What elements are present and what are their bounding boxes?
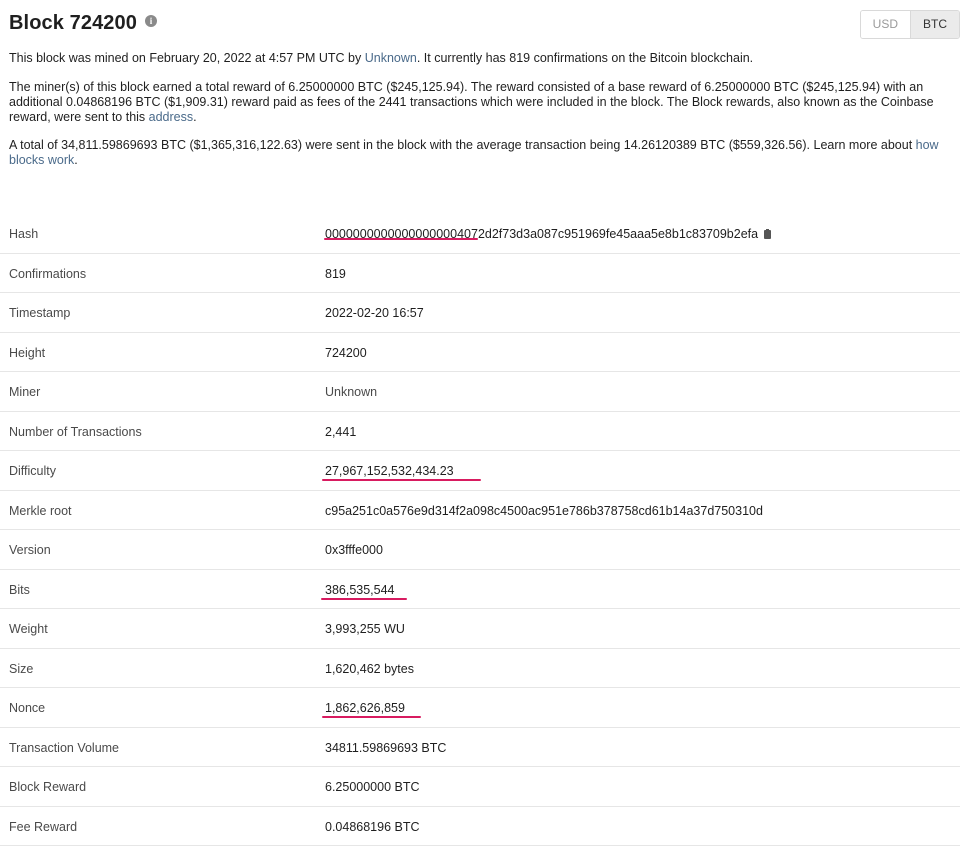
- currency-btc-button[interactable]: BTC: [910, 11, 959, 38]
- summary-volume-text: A total of 34,811.59869693 BTC ($1,365,3…: [9, 138, 954, 168]
- summary-text: A total of 34,811.59869693 BTC ($1,365,3…: [9, 138, 916, 152]
- detail-value: 386,535,544: [325, 582, 395, 597]
- copy-clipboard-icon[interactable]: [764, 229, 772, 239]
- summary-text: . It currently has 819 confirmations on …: [416, 51, 754, 65]
- address-link[interactable]: address: [149, 110, 193, 124]
- detail-value: c95a251c0a576e9d314f2a098c4500ac951e786b…: [325, 503, 763, 518]
- detail-value: 27,967,152,532,434.23: [325, 464, 454, 478]
- bits-highlight-underline: [321, 598, 407, 600]
- detail-label: Transaction Volume: [9, 740, 120, 755]
- difficulty-highlight-underline: [322, 479, 481, 481]
- hash-highlight-underline: [324, 238, 478, 240]
- detail-value: 6.25000000 BTC: [325, 780, 420, 794]
- detail-value: 3,993,255 WU: [325, 622, 405, 636]
- summary-reward-text: The miner(s) of this block earned a tota…: [9, 80, 954, 125]
- detail-row-hash: Hash 00000000000000000004072d2f73d3a087c…: [0, 214, 960, 254]
- currency-usd-button[interactable]: USD: [860, 11, 910, 38]
- miner-link[interactable]: Unknown: [365, 51, 417, 65]
- detail-value: 34811.59869693 BTC: [325, 740, 447, 755]
- detail-row-confirmations: Confirmations 819: [0, 254, 960, 293]
- detail-label: Nonce: [9, 701, 46, 715]
- block-details-table: Hash 00000000000000000004072d2f73d3a087c…: [0, 214, 960, 846]
- detail-label: Block Reward: [9, 780, 87, 794]
- detail-value: 1,862,626,859: [325, 701, 405, 715]
- info-icon[interactable]: i: [144, 14, 157, 27]
- detail-label: Difficulty: [9, 464, 57, 478]
- detail-label: Miner: [9, 385, 41, 399]
- detail-value: 0.04868196 BTC: [325, 819, 420, 834]
- detail-label: Number of Transactions: [9, 424, 142, 439]
- detail-row-block-reward: Block Reward 6.25000000 BTC: [0, 767, 960, 807]
- detail-value: 819: [325, 266, 346, 281]
- detail-label: Size: [9, 661, 34, 676]
- page-title: Block 724200: [9, 12, 137, 34]
- detail-row-fee-reward: Fee Reward 0.04868196 BTC: [0, 807, 960, 846]
- nonce-highlight-underline: [322, 716, 421, 718]
- detail-row-transaction-volume: Transaction Volume 34811.59869693 BTC: [0, 728, 960, 767]
- summary-text: .: [193, 110, 197, 124]
- detail-row-bits: Bits 386,535,544: [0, 570, 960, 609]
- detail-label: Weight: [9, 622, 48, 636]
- detail-value: 2022-02-20 16:57: [325, 306, 424, 320]
- detail-label: Merkle root: [9, 503, 72, 518]
- detail-row-size: Size 1,620,462 bytes: [0, 649, 960, 688]
- detail-row-nonce: Nonce 1,862,626,859: [0, 688, 960, 728]
- summary-text: .: [74, 153, 78, 167]
- detail-row-merkle-root: Merkle root c95a251c0a576e9d314f2a098c45…: [0, 491, 960, 530]
- miner-value-link[interactable]: Unknown: [325, 385, 377, 399]
- detail-label: Version: [9, 543, 51, 557]
- detail-value: 2,441: [325, 424, 357, 439]
- detail-value: 0x3fffe000: [325, 543, 383, 557]
- detail-row-difficulty: Difficulty 27,967,152,532,434.23: [0, 451, 960, 491]
- detail-value: 724200: [325, 345, 367, 360]
- summary-mined-text: This block was mined on February 20, 202…: [9, 51, 954, 66]
- summary-text: This block was mined on February 20, 202…: [9, 51, 365, 65]
- detail-row-transactions: Number of Transactions 2,441: [0, 412, 960, 451]
- detail-label: Bits: [9, 582, 30, 597]
- detail-row-version: Version 0x3fffe000: [0, 530, 960, 570]
- page-header: Block 724200 i: [9, 12, 157, 35]
- detail-row-timestamp: Timestamp 2022-02-20 16:57: [0, 293, 960, 333]
- detail-label: Hash: [9, 227, 39, 241]
- detail-label: Timestamp: [9, 306, 71, 320]
- detail-label: Confirmations: [9, 266, 87, 281]
- detail-label: Height: [9, 345, 46, 360]
- detail-label: Fee Reward: [9, 819, 78, 834]
- currency-toggle: USD BTC: [859, 10, 960, 39]
- detail-row-height: Height 724200: [0, 333, 960, 372]
- detail-row-miner: Miner Unknown: [0, 372, 960, 412]
- detail-value: 1,620,462 bytes: [325, 661, 414, 676]
- detail-row-weight: Weight 3,993,255 WU: [0, 609, 960, 649]
